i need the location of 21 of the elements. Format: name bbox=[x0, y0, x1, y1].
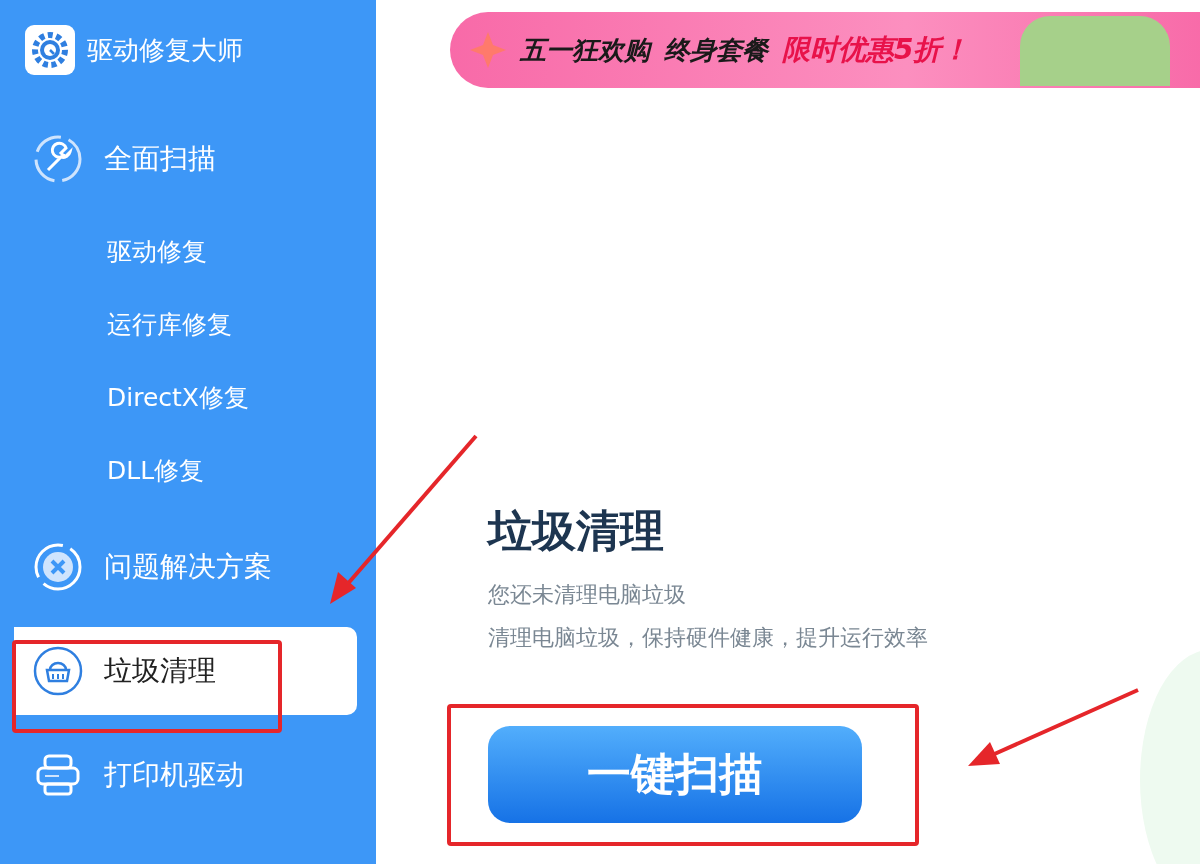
basket-icon bbox=[32, 645, 84, 697]
panel-title: 垃圾清理 bbox=[488, 505, 665, 558]
sidebar-item[interactable]: 打印机驱动 bbox=[14, 731, 357, 819]
banner-text: 终身套餐 bbox=[664, 33, 768, 67]
app-title: 驱动修复大师 bbox=[87, 33, 243, 67]
wrench-icon bbox=[32, 133, 84, 185]
sparkle-icon bbox=[468, 30, 508, 70]
x-circle-icon bbox=[32, 541, 84, 593]
sidebar-item[interactable]: 全面扫描 bbox=[14, 115, 357, 203]
promo-banner[interactable]: 五一狂欢购 终身套餐 限时优惠5折！ bbox=[450, 12, 1200, 88]
panel-description: 清理电脑垃圾，保持硬件健康，提升运行效率 bbox=[488, 623, 928, 652]
sidebar-subitem[interactable]: 运行库修复 bbox=[0, 288, 376, 361]
gear-logo-icon bbox=[25, 25, 75, 75]
sidebar-item[interactable]: 垃圾清理 bbox=[14, 627, 357, 715]
scan-button[interactable]: 一键扫描 bbox=[488, 725, 862, 823]
sidebar-subitem[interactable]: DLL修复 bbox=[0, 434, 376, 507]
sidebar-item[interactable]: 问题解决方案 bbox=[14, 523, 357, 611]
panel-description: 您还未清理电脑垃圾 bbox=[488, 580, 687, 609]
banner-highlight: 限时优惠5折！ bbox=[782, 32, 970, 68]
sidebar-subitem[interactable]: 驱动修复 bbox=[0, 215, 376, 288]
sidebar-subitem[interactable]: DirectX修复 bbox=[0, 361, 376, 434]
